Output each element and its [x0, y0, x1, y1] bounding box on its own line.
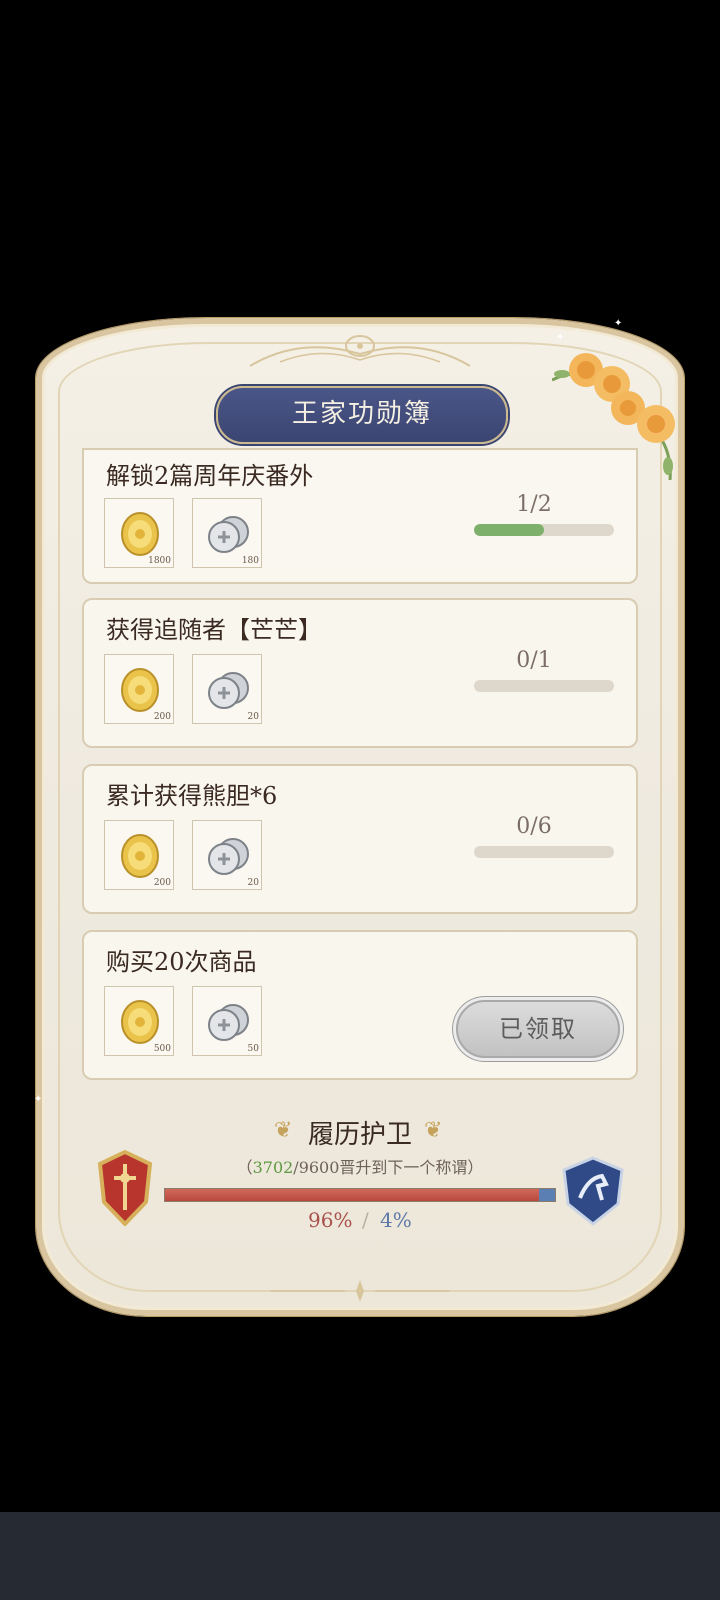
sparkle-icon: ·: [576, 326, 580, 337]
gold-coin-icon: [121, 1000, 159, 1044]
open-paren: （: [236, 1158, 253, 1177]
progress-fill: [474, 524, 544, 536]
silver-coin-icon: [208, 1004, 249, 1041]
task-title: 获得追随者【芒芒】: [106, 616, 322, 644]
reward-silver[interactable]: 180: [192, 498, 262, 568]
reward-silver[interactable]: 50: [192, 986, 262, 1056]
gold-coin-icon: [121, 512, 159, 556]
red-sword-shield-icon: [97, 1150, 153, 1226]
top-ornament-icon: [249, 335, 471, 367]
sparkle-icon: ✦: [614, 318, 623, 329]
rank-current: 3702: [252, 1158, 294, 1177]
progress-bar: [474, 846, 614, 858]
task-card: 累计获得熊胆*6 200 20 0/6: [82, 764, 638, 914]
bottom-ornament-icon: [270, 1280, 450, 1302]
progress-bar: [474, 524, 614, 536]
progress-label: 1/2: [516, 492, 552, 517]
reward-quantity: 180: [241, 556, 259, 566]
silver-coin-icon: [208, 672, 249, 709]
task-title: 购买20次商品: [106, 948, 257, 976]
reward-silver[interactable]: 20: [192, 820, 262, 890]
blue-percent: 4%: [380, 1208, 412, 1232]
rank-ornament-right-icon: ❦: [424, 1118, 443, 1143]
reward-gold[interactable]: 200: [104, 654, 174, 724]
silver-coin-icon: [208, 838, 249, 875]
system-nav-bar: [0, 1512, 720, 1600]
rank-progress-text: （3702/9600晋升到下一个称谓）: [170, 1154, 550, 1178]
task-title: 累计获得熊胆*6: [106, 782, 278, 810]
reward-silver[interactable]: 20: [192, 654, 262, 724]
progress-bar: [474, 680, 614, 692]
progress-label: 0/1: [516, 648, 552, 673]
gold-coin-icon: [121, 668, 159, 712]
task-card: 获得追随者【芒芒】 200 20 0/1: [82, 598, 638, 748]
progress-label: 0/6: [516, 814, 552, 839]
reward-gold[interactable]: 1800: [104, 498, 174, 568]
silver-coin-icon: [208, 516, 249, 553]
reward-quantity: 1800: [148, 556, 171, 566]
reward-quantity: 20: [247, 712, 259, 722]
gold-coin-icon: [121, 834, 159, 878]
percent-separator: /: [362, 1208, 369, 1232]
reward-gold[interactable]: 500: [104, 986, 174, 1056]
sparkle-icon: ✦: [34, 1094, 43, 1105]
claimed-button[interactable]: 已领取: [456, 1000, 620, 1058]
faction-red-fill: [165, 1189, 540, 1201]
task-card: 解锁2篇周年庆番外 1800 180 1/2: [82, 448, 638, 584]
reward-quantity: 500: [153, 1044, 171, 1054]
task-title: 解锁2篇周年庆番外: [106, 462, 314, 490]
reward-quantity: 200: [153, 712, 171, 722]
page-title: 王家功勋簿: [216, 386, 508, 444]
faction-ratio-bar: [164, 1188, 556, 1202]
red-percent: 96%: [308, 1208, 353, 1232]
reward-gold[interactable]: 200: [104, 820, 174, 890]
sparkle-icon: ✦: [556, 332, 565, 343]
reward-quantity: 20: [247, 878, 259, 888]
rank-desc-rest: /9600晋升到下一个称谓）: [293, 1158, 484, 1177]
reward-quantity: 50: [247, 1044, 259, 1054]
reward-quantity: 200: [153, 878, 171, 888]
task-card: 购买20次商品 500 50 已领取: [82, 930, 638, 1080]
blue-horse-crest-icon: [562, 1156, 624, 1226]
